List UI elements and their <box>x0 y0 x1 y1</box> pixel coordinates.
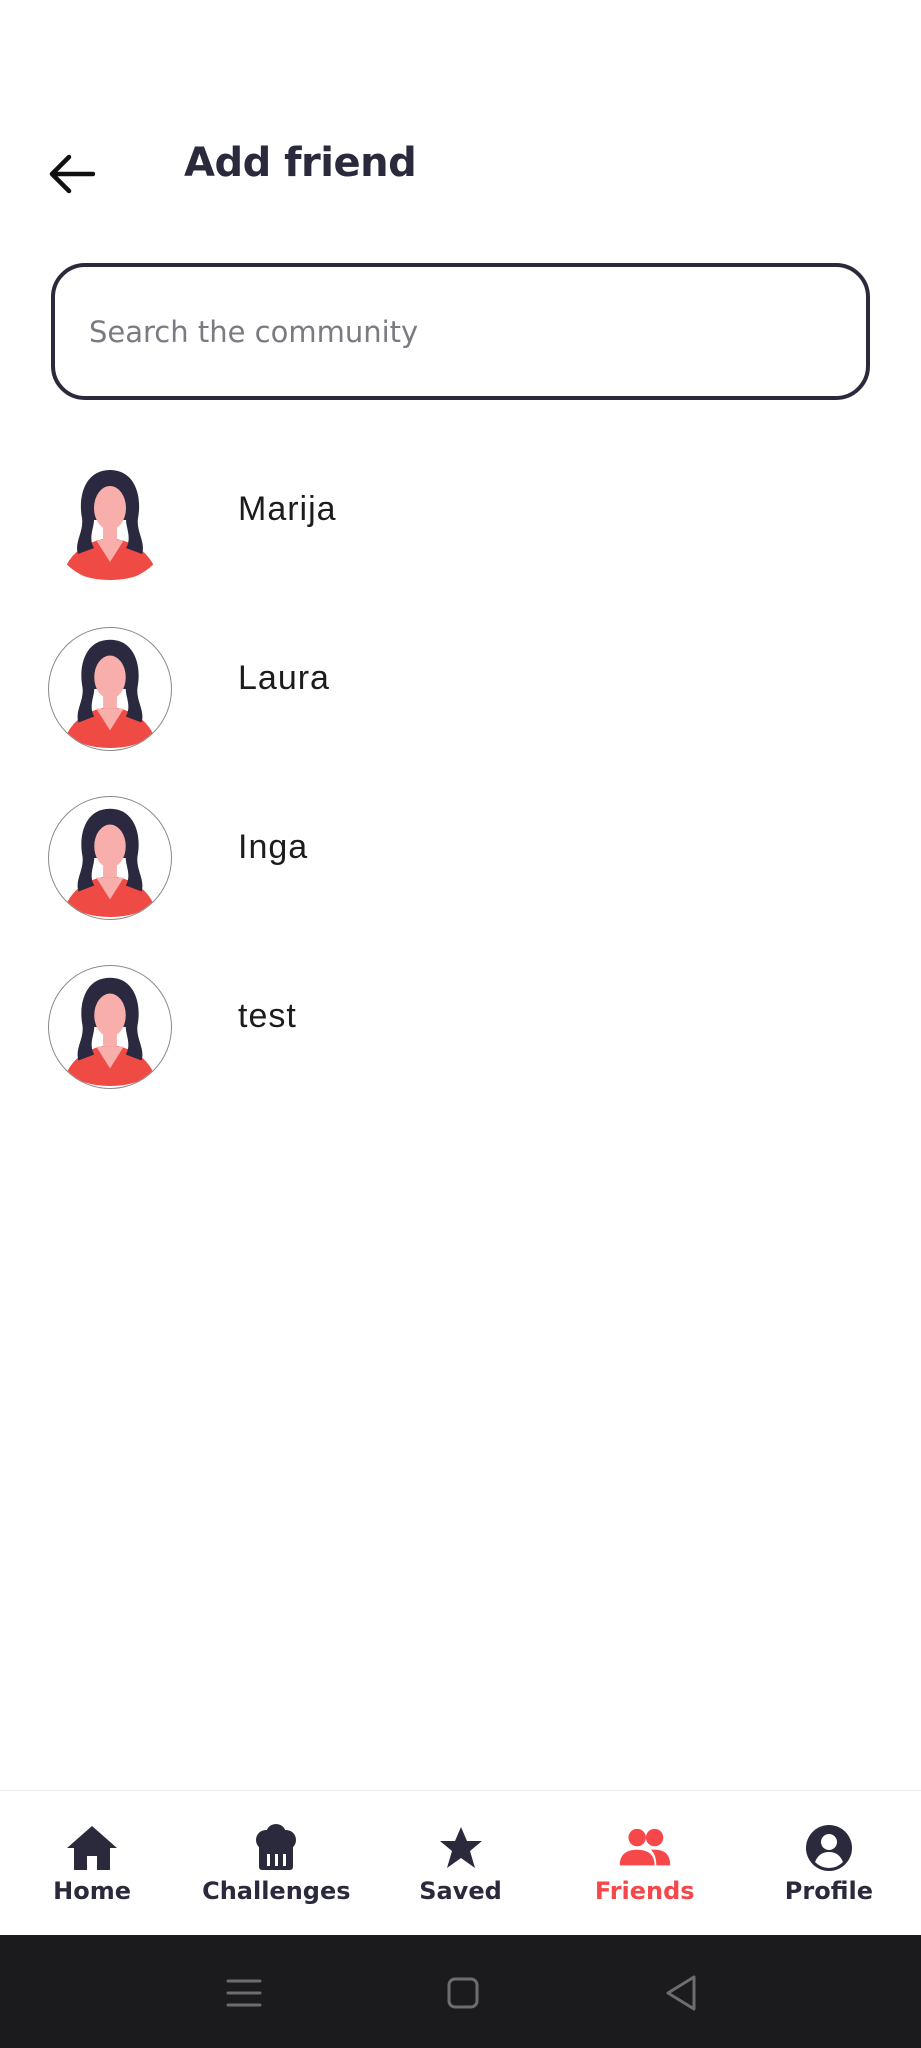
friends-icon <box>618 1823 672 1873</box>
nav-home[interactable]: Home <box>0 1791 184 1935</box>
nav-profile[interactable]: Profile <box>737 1791 921 1935</box>
friend-name: Laura <box>238 659 330 697</box>
star-icon <box>434 1823 488 1873</box>
nav-saved[interactable]: Saved <box>368 1791 552 1935</box>
friend-name: Inga <box>238 828 309 866</box>
woman-avatar-icon <box>48 627 172 751</box>
friend-name: test <box>238 997 297 1035</box>
page-title: Add friend <box>184 140 417 186</box>
profile-icon <box>802 1823 856 1873</box>
friend-list: Marija Laura Inga test <box>0 450 921 1126</box>
woman-avatar-icon <box>48 796 172 920</box>
nav-label: Saved <box>419 1877 502 1905</box>
header: Add friend <box>0 120 921 210</box>
menu-icon[interactable] <box>222 1971 266 2015</box>
home-square-icon[interactable] <box>441 1971 485 2015</box>
nav-label: Profile <box>784 1877 874 1905</box>
nav-label: Friends <box>594 1877 695 1905</box>
back-triangle-icon[interactable] <box>660 1971 704 2015</box>
nav-label: Challenges <box>202 1877 351 1905</box>
system-nav-bar <box>0 1935 921 2048</box>
friend-row[interactable]: Marija <box>0 450 921 619</box>
chef-hat-icon <box>249 1823 303 1873</box>
nav-label: Home <box>53 1877 132 1905</box>
friend-name: Marija <box>238 490 337 528</box>
back-button[interactable] <box>40 142 104 206</box>
search-input[interactable] <box>89 267 829 396</box>
nav-challenges[interactable]: Challenges <box>184 1791 368 1935</box>
friend-row[interactable]: Laura <box>0 619 921 788</box>
search-box[interactable] <box>51 263 870 400</box>
woman-avatar-icon <box>48 965 172 1089</box>
woman-avatar-icon <box>48 458 172 582</box>
nav-friends[interactable]: Friends <box>553 1791 737 1935</box>
friend-row[interactable]: test <box>0 957 921 1126</box>
home-icon <box>65 1823 119 1873</box>
friend-row[interactable]: Inga <box>0 788 921 957</box>
add-friend-screen: Add friend Marija <box>0 0 921 2048</box>
bottom-nav: Home Challenges Saved Friends Profile <box>0 1790 921 1935</box>
arrow-left-icon <box>49 154 95 194</box>
